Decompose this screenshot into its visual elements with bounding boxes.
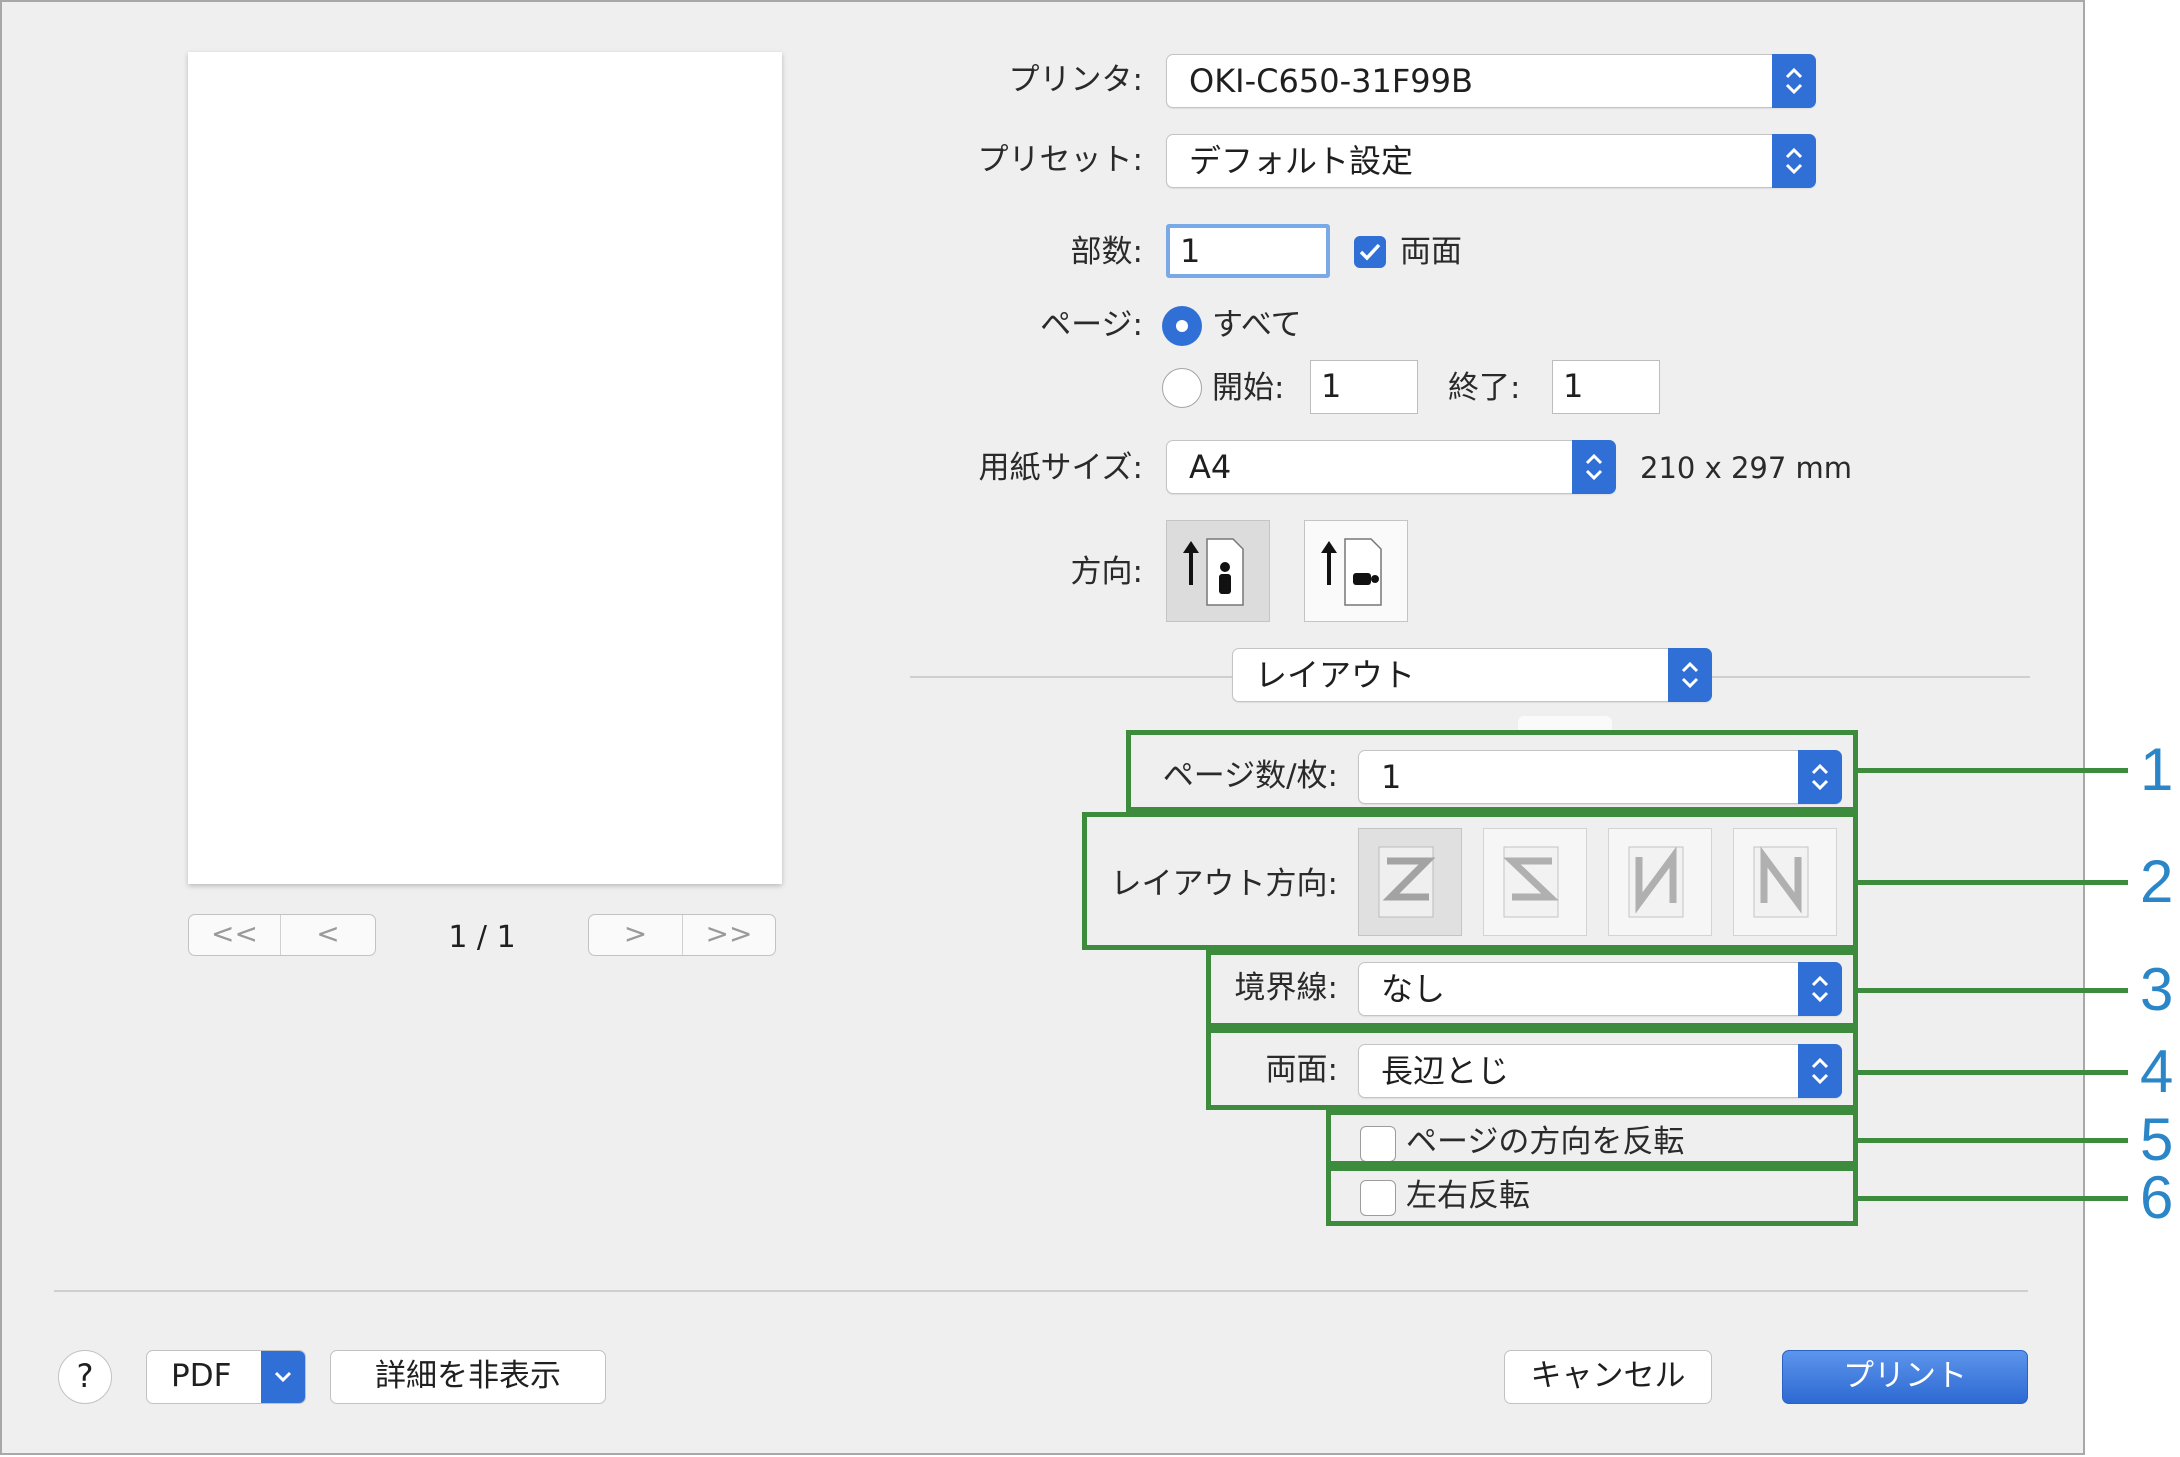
orientation-label: 方向:: [1070, 554, 1143, 590]
chevron-updown-icon: [1772, 134, 1816, 188]
copies-label: 部数:: [1070, 234, 1143, 270]
pages-all-label: すべて: [1212, 307, 1302, 343]
last-page-button[interactable]: >>: [683, 915, 775, 955]
callout-box-5: [1326, 1110, 1858, 1166]
print-dialog: << < 1 / 1 > >> プリンタ: OKI-C650-31F99B プリ…: [0, 0, 2085, 1455]
pages-to-field[interactable]: 1: [1552, 360, 1660, 414]
preset-label: プリセット:: [977, 142, 1143, 178]
printer-label: プリンタ:: [1008, 62, 1143, 98]
printer-value: OKI-C650-31F99B: [1189, 62, 1473, 100]
paper-size-popup[interactable]: A4: [1166, 440, 1616, 494]
print-button[interactable]: プリント: [1782, 1350, 2028, 1404]
chevron-updown-icon: [1572, 440, 1616, 494]
pages-range-radio[interactable]: [1162, 368, 1202, 408]
preview-nav-right: > >>: [588, 914, 776, 956]
callout-box-4: [1206, 1028, 1858, 1110]
portrait-orientation-button[interactable]: [1166, 520, 1270, 622]
page-indicator: 1 / 1: [448, 920, 516, 955]
chevron-down-icon: [261, 1351, 305, 1403]
duplex-label: 両面: [1400, 234, 1462, 270]
preview-nav-left: << <: [188, 914, 376, 956]
callout-box-2: [1082, 812, 1858, 950]
callout-box-1: [1126, 730, 1858, 812]
footer-divider: [54, 1290, 2028, 1292]
section-tab-notch: [1518, 716, 1612, 730]
section-popup-value: レイアウト: [1255, 656, 1416, 694]
callout-number-3: 3: [2140, 956, 2174, 1023]
pdf-button-label: PDF: [171, 1358, 232, 1394]
callout-line-5: [1858, 1138, 2128, 1143]
first-page-button[interactable]: <<: [189, 915, 281, 955]
callout-number-4: 4: [2140, 1038, 2174, 1105]
callout-number-5: 5: [2140, 1106, 2174, 1173]
cancel-button[interactable]: キャンセル: [1504, 1350, 1712, 1404]
portrait-orientation-icon: [1183, 538, 1244, 606]
next-page-button[interactable]: >: [589, 915, 683, 955]
callout-box-6: [1326, 1166, 1858, 1226]
callout-line-1: [1858, 768, 2128, 773]
callout-line-3: [1858, 988, 2128, 993]
pdf-button[interactable]: PDF: [146, 1350, 306, 1404]
callout-number-1: 1: [2140, 736, 2174, 803]
callout-box-3: [1206, 950, 1858, 1028]
help-button[interactable]: ?: [58, 1350, 112, 1404]
checkmark-icon: [1359, 243, 1381, 261]
callout-number-2: 2: [2140, 848, 2174, 915]
section-popup[interactable]: レイアウト: [1232, 648, 1712, 702]
page-preview: [188, 52, 782, 884]
pages-from-label: 開始:: [1212, 370, 1285, 406]
copies-field[interactable]: 1: [1166, 224, 1330, 278]
landscape-orientation-button[interactable]: [1304, 520, 1408, 622]
preset-value: デフォルト設定: [1189, 142, 1414, 180]
landscape-orientation-icon: [1321, 538, 1382, 606]
pages-to-label: 終了:: [1448, 370, 1521, 406]
printer-popup[interactable]: OKI-C650-31F99B: [1166, 54, 1816, 108]
paper-size-label: 用紙サイズ:: [978, 450, 1143, 486]
duplex-checkbox[interactable]: [1354, 236, 1386, 268]
paper-dimensions: 210 x 297 mm: [1640, 451, 1853, 485]
callout-line-4: [1858, 1070, 2128, 1075]
chevron-updown-icon: [1772, 54, 1816, 108]
pages-all-radio[interactable]: [1162, 306, 1202, 346]
callout-line-6: [1858, 1196, 2128, 1201]
callout-line-2: [1858, 880, 2128, 885]
preset-popup[interactable]: デフォルト設定: [1166, 134, 1816, 188]
pages-label: ページ:: [1040, 307, 1143, 343]
pages-from-field[interactable]: 1: [1310, 360, 1418, 414]
paper-size-value: A4: [1189, 448, 1232, 486]
hide-details-button[interactable]: 詳細を非表示: [330, 1350, 606, 1404]
previous-page-button[interactable]: <: [281, 915, 375, 955]
callout-number-6: 6: [2140, 1164, 2174, 1231]
chevron-updown-icon: [1668, 648, 1712, 702]
